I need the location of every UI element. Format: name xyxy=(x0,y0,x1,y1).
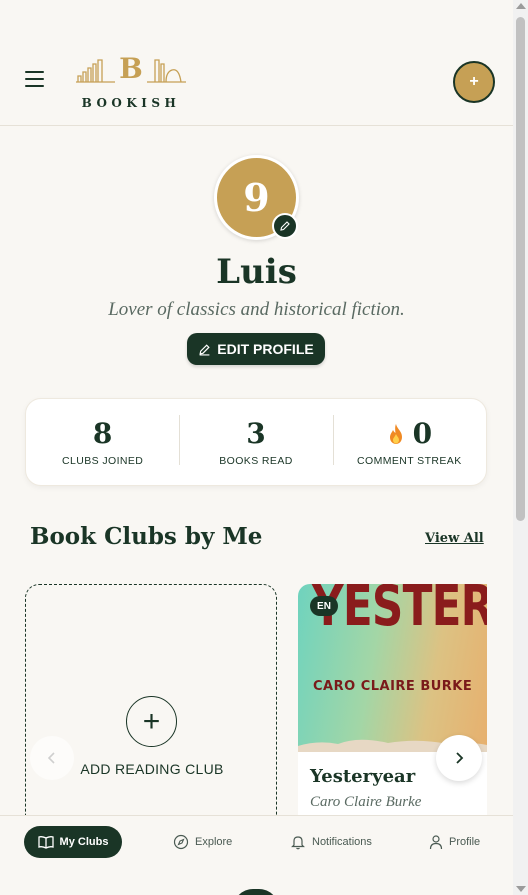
profile-name: Luis xyxy=(216,252,297,292)
app-header: B BOOKISH + xyxy=(0,0,513,126)
view-all-link[interactable]: View All xyxy=(425,531,484,546)
compass-icon xyxy=(173,834,189,850)
user-icon xyxy=(429,835,443,850)
carousel-prev-button[interactable] xyxy=(30,736,74,780)
bottom-navigation: My Clubs Explore Notifications Profile xyxy=(0,815,513,895)
profile-bio: Lover of classics and historical fiction… xyxy=(108,299,405,320)
logo-wordmark: BOOKISH xyxy=(81,96,181,110)
bell-icon xyxy=(291,836,305,850)
bookshelf-logo-icon: B xyxy=(76,52,186,85)
nav-label: My Clubs xyxy=(59,836,109,848)
stat-clubs-joined: 8 CLUBS JOINED xyxy=(26,417,179,467)
home-indicator xyxy=(233,889,279,895)
plus-icon: + xyxy=(126,696,177,747)
carousel-next-button[interactable] xyxy=(436,735,482,781)
stat-value: 3 xyxy=(246,417,266,450)
stat-comment-streak: 0 COMMENT STREAK xyxy=(332,415,486,467)
stat-value: 8 xyxy=(92,417,113,450)
chevron-right-icon xyxy=(456,752,464,764)
scrollbar[interactable] xyxy=(513,0,528,895)
club-title: Yesteryear xyxy=(310,766,416,787)
edit-profile-button[interactable]: EDIT PROFILE xyxy=(187,333,325,365)
hamburger-icon xyxy=(25,71,44,73)
stat-label: BOOKS READ xyxy=(219,455,293,467)
scroll-up-arrow-icon[interactable] xyxy=(516,3,526,9)
nav-label: Profile xyxy=(449,836,481,848)
edit-avatar-button[interactable] xyxy=(272,213,298,239)
cover-author: CARO CLAIRE BURKE xyxy=(313,679,473,694)
create-button[interactable]: + xyxy=(453,61,495,103)
chevron-left-icon xyxy=(47,752,55,764)
stat-books-read: 3 BOOKS READ xyxy=(179,415,332,467)
add-reading-club-card[interactable]: + ADD READING CLUB xyxy=(25,584,277,834)
nav-notifications[interactable]: Notifications xyxy=(290,826,372,858)
scroll-down-arrow-icon[interactable] xyxy=(516,886,526,892)
bookish-logo[interactable]: B BOOKISH xyxy=(75,52,187,112)
stat-label: CLUBS JOINED xyxy=(62,455,144,467)
svg-text:B: B xyxy=(119,52,143,85)
book-cover: YESTERYE CARO CLAIRE BURKE EN xyxy=(298,584,487,752)
book-open-icon xyxy=(37,836,54,849)
section-title: Book Clubs by Me xyxy=(30,523,263,550)
stats-card: 8 CLUBS JOINED 3 BOOKS READ 0 COMMENT ST… xyxy=(25,398,487,486)
pencil-icon xyxy=(280,221,290,231)
club-card[interactable]: YESTERYE CARO CLAIRE BURKE EN Yesteryear… xyxy=(298,584,487,834)
stat-label: COMMENT STREAK xyxy=(357,455,462,467)
nav-explore[interactable]: Explore xyxy=(173,826,232,858)
cover-title: YESTERYE xyxy=(312,584,487,639)
edit-profile-label: EDIT PROFILE xyxy=(217,341,314,357)
nav-label: Explore xyxy=(195,836,233,848)
language-badge: EN xyxy=(310,596,338,616)
stat-value: 0 xyxy=(412,417,433,450)
menu-button[interactable] xyxy=(25,71,44,89)
nav-label: Notifications xyxy=(312,836,372,848)
nav-my-clubs[interactable]: My Clubs xyxy=(24,826,122,858)
scrollbar-thumb[interactable] xyxy=(516,17,525,521)
nav-profile[interactable]: Profile xyxy=(429,826,480,858)
club-author: Caro Claire Burke xyxy=(310,794,422,810)
fire-icon xyxy=(389,424,402,444)
pencil-icon xyxy=(199,343,210,356)
